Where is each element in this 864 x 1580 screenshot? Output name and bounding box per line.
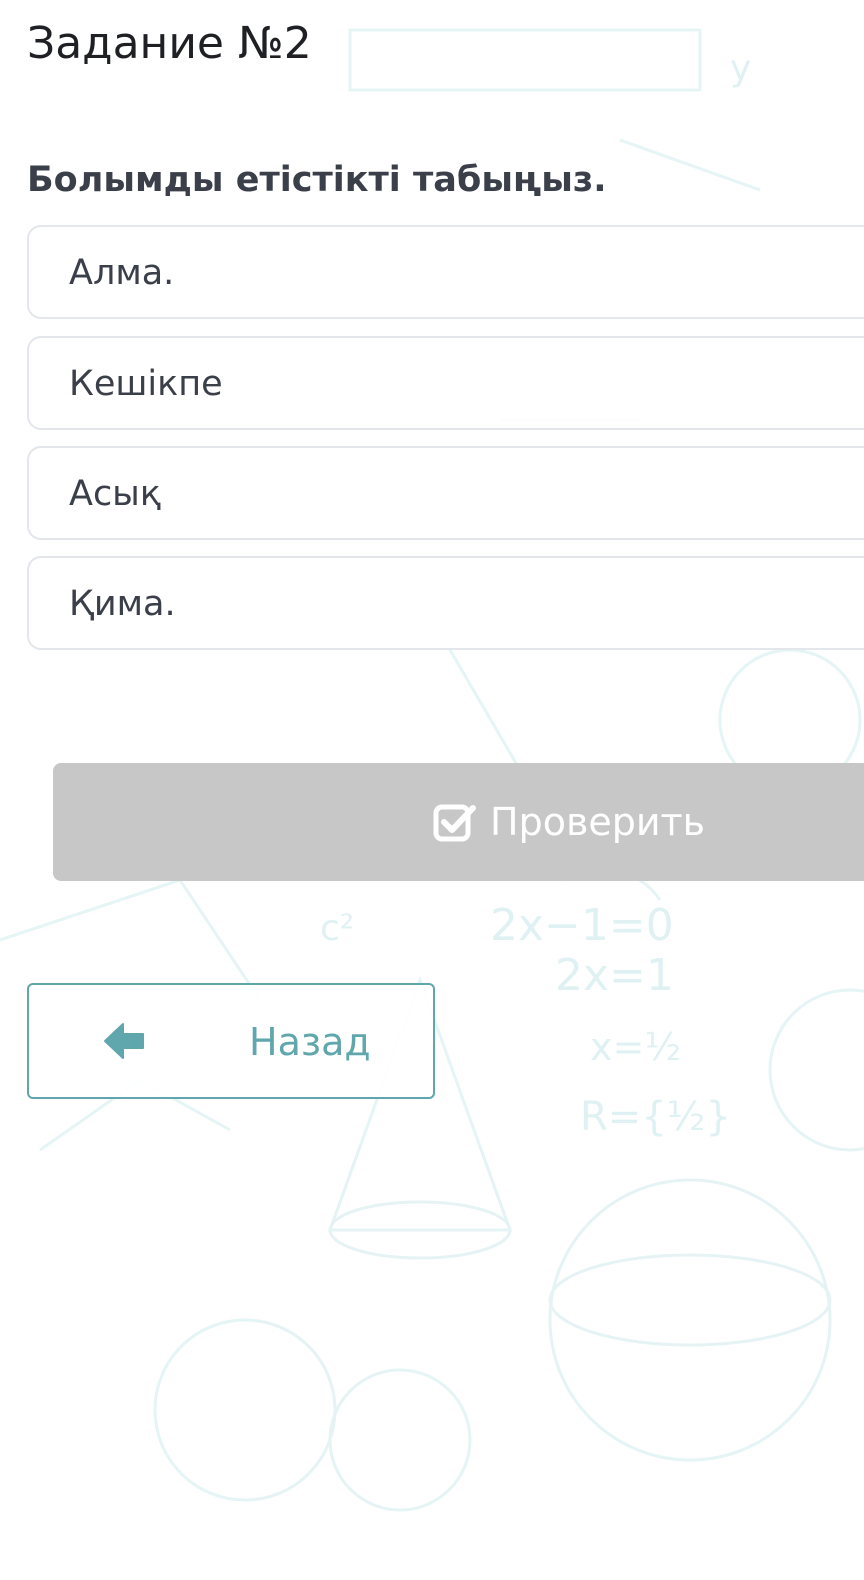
check-button[interactable]: Проверить (53, 763, 864, 881)
svg-text:x=½: x=½ (590, 1025, 681, 1069)
page-title: Задание №2 (27, 18, 312, 69)
answer-option-label: Асық (69, 474, 161, 514)
svg-text:2x=1: 2x=1 (555, 950, 674, 1001)
answer-option-4[interactable]: Қима. (27, 556, 864, 650)
arrow-left-icon (104, 1023, 144, 1059)
svg-text:R={½}: R={½} (580, 1094, 731, 1140)
check-square-icon (433, 804, 476, 842)
back-button-label: Назад (249, 1020, 371, 1064)
answer-option-2[interactable]: Кешікпе (27, 336, 864, 430)
question-text: Болымды етістікті табыңыз. (27, 160, 607, 200)
answer-option-3[interactable]: Асық (27, 446, 864, 540)
svg-text:c²: c² (320, 908, 354, 949)
answer-option-1[interactable]: Алма. (27, 225, 864, 319)
answer-option-label: Кешікпе (69, 364, 223, 404)
svg-text:2x−1=0: 2x−1=0 (490, 900, 674, 951)
answer-option-label: Алма. (69, 253, 175, 293)
back-button[interactable]: Назад (27, 983, 435, 1099)
svg-text:y: y (730, 48, 751, 89)
check-button-label: Проверить (490, 800, 706, 844)
answer-option-label: Қима. (69, 584, 176, 624)
